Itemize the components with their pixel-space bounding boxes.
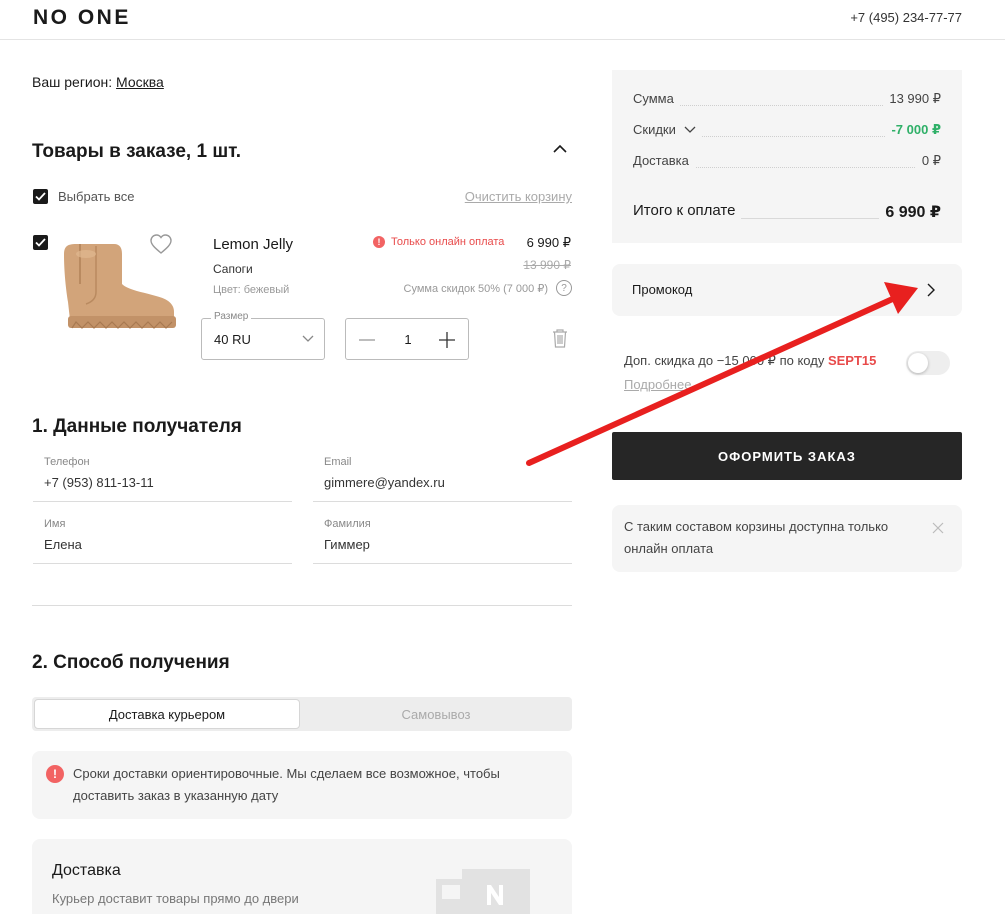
- section-divider: [32, 605, 572, 606]
- discount-sum: Сумма скидок 50% (7 000 ₽): [403, 283, 548, 295]
- heart-icon[interactable]: [149, 233, 173, 255]
- tab-courier[interactable]: Доставка курьером: [34, 699, 300, 729]
- close-icon[interactable]: [932, 522, 944, 534]
- select-all-label[interactable]: Выбрать все: [58, 189, 134, 204]
- select-all-checkbox[interactable]: [33, 189, 48, 204]
- tab-pickup[interactable]: Самовывоз: [302, 699, 570, 729]
- promo-code-row[interactable]: Промокод: [612, 264, 962, 316]
- extra-discount-text: Доп. скидка до −15 000 ₽ по коду SEPT15: [624, 353, 877, 368]
- online-payment-info-text: С таким составом корзины доступна только…: [624, 519, 889, 556]
- extra-discount-more-link[interactable]: Подробнее: [624, 377, 691, 392]
- summary-discount-value: -7 000 ₽: [885, 122, 941, 138]
- delivery-notice: ! Сроки доставки ориентировочные. Мы сде…: [32, 751, 572, 819]
- warning-icon: !: [373, 236, 385, 248]
- chevron-down-icon: [684, 126, 695, 133]
- promo-label: Промокод: [632, 282, 693, 297]
- summary-total-value: 6 990 ₽: [879, 202, 941, 222]
- check-icon: [35, 238, 46, 247]
- trash-icon[interactable]: [551, 328, 569, 348]
- warning-icon: !: [46, 765, 64, 783]
- delivery-option-card[interactable]: Доставка Курьер доставит товары прямо до…: [32, 839, 572, 914]
- online-payment-info: С таким составом корзины доступна только…: [612, 505, 962, 572]
- chevron-right-icon: [927, 283, 935, 297]
- summary-delivery-value: 0 ₽: [915, 153, 941, 169]
- delivery-notice-text: Сроки доставки ориентировочные. Мы сдела…: [73, 766, 500, 803]
- phone-label: Телефон: [44, 456, 90, 468]
- email-value: gimmere@yandex.ru: [324, 475, 445, 490]
- phone-value: +7 (953) 811-13-11: [44, 475, 154, 490]
- clear-cart-link[interactable]: Очистить корзину: [465, 189, 572, 204]
- check-icon: [35, 192, 46, 201]
- site-header: NO ONE +7 (495) 234-77-77: [0, 0, 1005, 40]
- name-label: Имя: [44, 518, 66, 530]
- online-only-text: Только онлайн оплата: [391, 236, 505, 248]
- summary-discount-row[interactable]: Скидки -7 000 ₽: [633, 122, 941, 140]
- name-field[interactable]: Имя Елена: [33, 512, 292, 564]
- order-summary: Сумма 13 990 ₽ Скидки -7 000 ₽ Доставка …: [612, 70, 962, 243]
- summary-sum-value: 13 990 ₽: [883, 91, 941, 107]
- quantity-stepper: 1: [345, 318, 469, 360]
- help-icon[interactable]: ?: [556, 280, 572, 296]
- summary-delivery-label: Доставка: [633, 153, 695, 168]
- cart-title: Товары в заказе, 1 шт.: [32, 141, 242, 162]
- summary-sum-label: Сумма: [633, 91, 680, 106]
- summary-sum-row: Сумма 13 990 ₽: [633, 91, 941, 109]
- summary-discount-label: Скидки: [633, 122, 702, 137]
- size-value: 40 RU: [214, 332, 251, 347]
- chevron-down-icon: [302, 335, 314, 342]
- region-city-link[interactable]: Москва: [116, 74, 164, 90]
- delivery-card-desc: Курьер доставит товары прямо до двери: [52, 891, 299, 906]
- place-order-button[interactable]: ОФОРМИТЬ ЗАКАЗ: [612, 432, 962, 480]
- surname-value: Гиммер: [324, 537, 370, 552]
- region-label: Ваш регион:: [32, 74, 113, 90]
- size-select[interactable]: Размер 40 RU: [201, 311, 325, 360]
- email-field[interactable]: Email gimmere@yandex.ru: [313, 450, 572, 502]
- summary-total-row: Итого к оплате 6 990 ₽: [633, 202, 941, 222]
- promo-code-highlight: SEPT15: [827, 353, 877, 368]
- logo[interactable]: NO ONE: [33, 6, 131, 30]
- price-current: 6 990 ₽: [526, 235, 571, 250]
- truck-icon: [436, 869, 530, 914]
- plus-icon[interactable]: [438, 331, 456, 349]
- summary-delivery-row: Доставка 0 ₽: [633, 153, 941, 171]
- online-only-badge: ! Только онлайн оплата: [373, 236, 504, 248]
- item-checkbox[interactable]: [33, 235, 48, 250]
- recipient-title: 1. Данные получателя: [32, 416, 242, 437]
- phone-field[interactable]: Телефон +7 (953) 811-13-11: [33, 450, 292, 502]
- price-old: 13 990 ₽: [523, 258, 571, 272]
- phone-number[interactable]: +7 (495) 234-77-77: [850, 10, 962, 25]
- surname-label: Фамилия: [324, 518, 371, 530]
- toggle-knob: [908, 353, 928, 373]
- delivery-method-tabs: Доставка курьером Самовывоз: [32, 697, 572, 731]
- delivery-card-title: Доставка: [52, 862, 121, 879]
- delivery-title: 2. Способ получения: [32, 652, 230, 673]
- summary-total-label: Итого к оплате: [633, 202, 742, 219]
- collapse-chevron-up-icon[interactable]: [551, 142, 569, 156]
- product-type: Сапоги: [213, 262, 253, 276]
- product-color: Цвет: бежевый: [213, 284, 290, 296]
- surname-field[interactable]: Фамилия Гиммер: [313, 512, 572, 564]
- name-value: Елена: [44, 537, 82, 552]
- product-name[interactable]: Lemon Jelly: [213, 236, 293, 253]
- region-selector: Ваш регион: Москва: [32, 74, 164, 90]
- extra-discount-toggle[interactable]: [906, 351, 950, 375]
- email-label: Email: [324, 456, 352, 468]
- size-label: Размер: [211, 311, 252, 322]
